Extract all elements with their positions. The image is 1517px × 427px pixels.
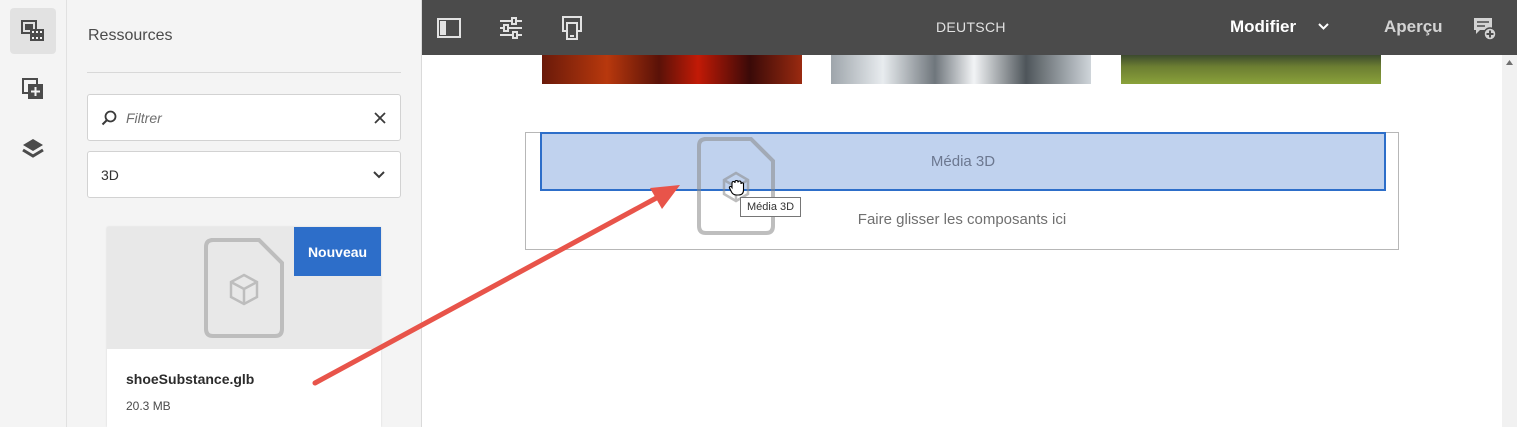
- drop-target-highlight[interactable]: Média 3D: [540, 132, 1386, 191]
- asset-size: 20.3 MB: [126, 399, 171, 413]
- side-rail: [0, 0, 67, 427]
- asset-name: shoeSubstance.glb: [126, 371, 255, 387]
- asset-card[interactable]: Nouveau shoeSubstance.glb 20.3 MB: [107, 227, 381, 427]
- teaser-image[interactable]: [542, 55, 802, 84]
- toggle-side-panel-icon[interactable]: [436, 15, 462, 41]
- chevron-down-icon[interactable]: [1318, 22, 1329, 31]
- search-input[interactable]: [126, 107, 356, 129]
- teaser-image[interactable]: [1121, 55, 1381, 84]
- emulator-icon[interactable]: [559, 15, 585, 41]
- dropzone-placeholder: Faire glisser les composants ici: [857, 211, 1067, 228]
- panel-divider: [87, 72, 401, 73]
- assets-panel: Ressources 3D: [67, 0, 422, 427]
- panel-title: Ressources: [88, 27, 173, 44]
- rail-assets-button[interactable]: [10, 8, 56, 54]
- clear-icon[interactable]: [374, 112, 386, 124]
- page-properties-icon[interactable]: [498, 15, 524, 41]
- teaser-image[interactable]: [831, 55, 1091, 84]
- language-label: DEUTSCH: [936, 19, 1006, 35]
- top-toolbar: DEUTSCH Modifier Aperçu: [422, 0, 1517, 55]
- layers-icon: [22, 139, 44, 158]
- preview-button[interactable]: Aperçu: [1384, 17, 1443, 37]
- 3d-file-icon: [204, 238, 284, 338]
- new-badge: Nouveau: [294, 227, 381, 276]
- add-component-icon: [22, 78, 43, 99]
- page-canvas: Média 3D Faire glisser les composants ic…: [422, 55, 1502, 427]
- assets-icon: [21, 20, 44, 41]
- asset-type-select[interactable]: 3D: [87, 151, 401, 198]
- vertical-scrollbar[interactable]: [1502, 55, 1517, 427]
- editor-app: Ressources 3D: [0, 0, 1517, 427]
- asset-type-value: 3D: [101, 167, 119, 183]
- scroll-up-icon[interactable]: [1506, 60, 1513, 65]
- mode-selector[interactable]: Modifier: [1230, 17, 1296, 37]
- chevron-down-icon: [373, 171, 385, 179]
- rail-components-button[interactable]: [10, 66, 56, 112]
- component-dropzone[interactable]: Média 3D Faire glisser les composants ic…: [525, 132, 1399, 250]
- search-icon: [101, 110, 117, 126]
- rail-content-tree-button[interactable]: [10, 125, 56, 171]
- grab-cursor-icon: [728, 179, 745, 196]
- search-field: [87, 94, 401, 141]
- annotations-icon[interactable]: [1471, 15, 1497, 41]
- drag-tooltip: Média 3D: [740, 197, 802, 217]
- drop-target-label: Média 3D: [930, 153, 996, 170]
